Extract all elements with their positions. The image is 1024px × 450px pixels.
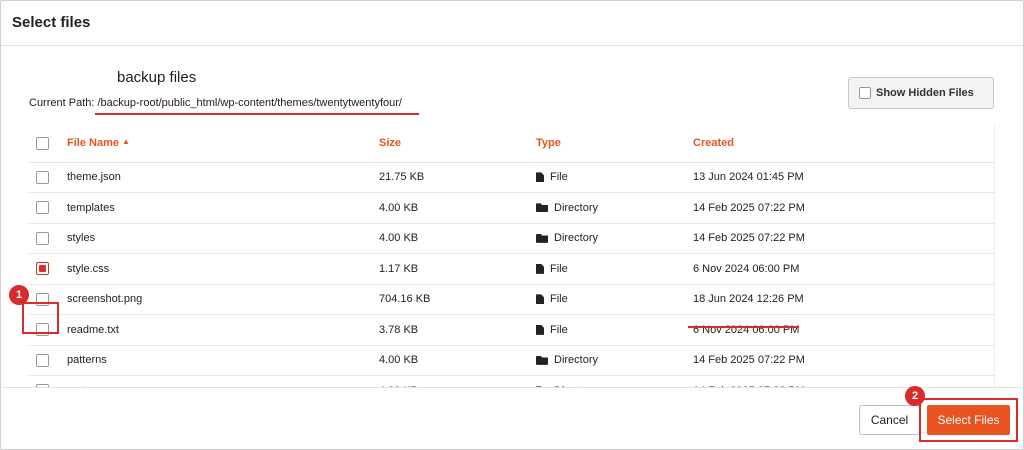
row-created: 14 Feb 2025 07:22 PM — [693, 375, 994, 387]
row-file-name[interactable]: theme.json — [67, 162, 379, 193]
table-row[interactable]: readme.txt 3.78 KB File 6 Nov 2024 06:00 PM — [29, 314, 994, 346]
row-file-name[interactable]: parts — [67, 375, 379, 387]
row-created: 6 Nov 2024 06:00 PM — [693, 314, 994, 346]
row-file-name[interactable]: patterns — [67, 345, 379, 376]
row-checkbox-cell — [29, 345, 67, 376]
step-2-badge: 2 — [905, 386, 925, 406]
select-all-cell — [29, 125, 67, 163]
row-checkbox[interactable] — [36, 201, 49, 215]
folder-title: backup files — [117, 69, 197, 86]
table-header-row: File Name ▲ Size Type Created — [29, 125, 994, 163]
row-created: 6 Nov 2024 06:00 PM — [693, 253, 994, 285]
cancel-button[interactable]: Cancel — [859, 405, 920, 435]
table-row[interactable]: style.css 1.17 KB File 6 Nov 2024 06:00 PM — [29, 253, 994, 285]
row-type-label: File — [550, 293, 568, 306]
table-row[interactable]: patterns 4.00 KB Directory 14 Feb 2025 07:2… — [29, 345, 994, 376]
row-size: 21.75 KB — [379, 162, 536, 193]
row-checkbox-cell — [29, 223, 67, 254]
select-files-dialog: Select files backup files Current Path: … — [0, 0, 1024, 450]
file-browser: backup files Current Path: /backup-root/… — [1, 47, 1023, 387]
table-row[interactable]: theme.json 21.75 KB File 13 Jun 2024 01:45 … — [29, 162, 994, 193]
row-type-label: File — [550, 323, 568, 336]
show-hidden-files-label: Show Hidden Files — [876, 87, 974, 99]
row-type: File — [536, 284, 693, 315]
row-created: 14 Feb 2025 07:22 PM — [693, 192, 994, 224]
current-path-label: Current Path: — [29, 97, 95, 109]
row-type: File — [536, 162, 693, 193]
scrollbar-track[interactable] — [994, 125, 995, 387]
folder-icon — [536, 355, 548, 365]
row-checkbox[interactable] — [36, 231, 49, 245]
row-file-name[interactable]: readme.txt — [67, 314, 379, 346]
folder-icon — [536, 203, 548, 213]
row-size: 3.78 KB — [379, 314, 536, 346]
row-checkbox[interactable] — [36, 262, 49, 276]
row-type-label: Directory — [554, 201, 599, 214]
table-row[interactable]: styles 4.00 KB Directory 14 Feb 2025 07:22 … — [29, 223, 994, 254]
row-file-name[interactable]: templates — [67, 192, 379, 224]
row-file-name[interactable]: screenshot.png — [67, 284, 379, 315]
row-type: Directory — [536, 223, 693, 254]
select-all-checkbox[interactable] — [36, 136, 49, 150]
file-icon — [536, 263, 544, 274]
table-row[interactable]: templates 4.00 KB Directory 14 Feb 2025 07:… — [29, 192, 994, 224]
row-created: 14 Feb 2025 07:22 PM — [693, 345, 994, 376]
select-files-button[interactable]: Select Files — [927, 405, 1010, 435]
row-type-label: Directory — [554, 232, 599, 245]
row-created: 18 Jun 2024 12:26 PM — [693, 284, 994, 315]
step-1-badge: 1 — [9, 285, 29, 305]
sort-ascending-icon: ▲ — [121, 137, 130, 147]
folder-icon — [536, 233, 548, 243]
file-icon — [536, 294, 544, 305]
row-size: 1.17 KB — [379, 253, 536, 285]
show-hidden-files-button[interactable]: Show Hidden Files — [848, 77, 994, 109]
header-created[interactable]: Created — [693, 125, 994, 163]
row-checkbox-cell — [29, 253, 67, 285]
row-size: 4.00 KB — [379, 192, 536, 224]
file-icon — [536, 324, 544, 335]
header-file-name[interactable]: File Name ▲ — [67, 125, 379, 163]
header-size[interactable]: Size — [379, 125, 536, 163]
dialog-footer: Cancel Select Files 2 — [1, 386, 1023, 449]
row-size: 4.00 KB — [379, 345, 536, 376]
dialog-title: Select files — [1, 1, 1023, 46]
header-file-name-label: File Name — [67, 137, 119, 150]
row-file-name[interactable]: style.css — [67, 253, 379, 285]
row-size: 704.16 KB — [379, 284, 536, 315]
row-checkbox-cell — [29, 192, 67, 224]
checkbox-highlight-box — [22, 302, 59, 334]
row-checkbox[interactable] — [36, 170, 49, 184]
table-row[interactable]: parts4.00 KBDirectory14 Feb 2025 07:22 P… — [29, 375, 994, 387]
show-hidden-files-checkbox[interactable] — [859, 87, 871, 99]
row-size: 4.00 KB — [379, 223, 536, 254]
current-path: Current Path: /backup-root/public_html/w… — [29, 97, 402, 109]
files-table: File Name ▲ Size Type Created theme.json 2… — [29, 125, 994, 387]
row-type-label: Directory — [554, 354, 599, 367]
row-type: Directory — [536, 345, 693, 376]
row-type: Directory — [536, 375, 693, 387]
row-checkbox-cell — [29, 162, 67, 193]
current-path-value: /backup-root/public_html/wp-content/them… — [97, 97, 402, 109]
date-highlight-underline — [688, 326, 799, 328]
row-size: 4.00 KB — [379, 375, 536, 387]
file-icon — [536, 172, 544, 183]
row-type: File — [536, 253, 693, 285]
row-type: Directory — [536, 192, 693, 224]
row-checkbox[interactable] — [36, 353, 49, 367]
row-file-name[interactable]: styles — [67, 223, 379, 254]
table-row[interactable]: screenshot.png 704.16 KB File 18 Jun 2024 1… — [29, 284, 994, 315]
path-highlight-underline — [95, 113, 419, 115]
row-type-label: File — [550, 171, 568, 184]
row-type: File — [536, 314, 693, 346]
header-type[interactable]: Type — [536, 125, 693, 163]
row-checkbox-cell — [29, 375, 67, 387]
row-created: 13 Jun 2024 01:45 PM — [693, 162, 994, 193]
row-created: 14 Feb 2025 07:22 PM — [693, 223, 994, 254]
row-type-label: File — [550, 262, 568, 275]
